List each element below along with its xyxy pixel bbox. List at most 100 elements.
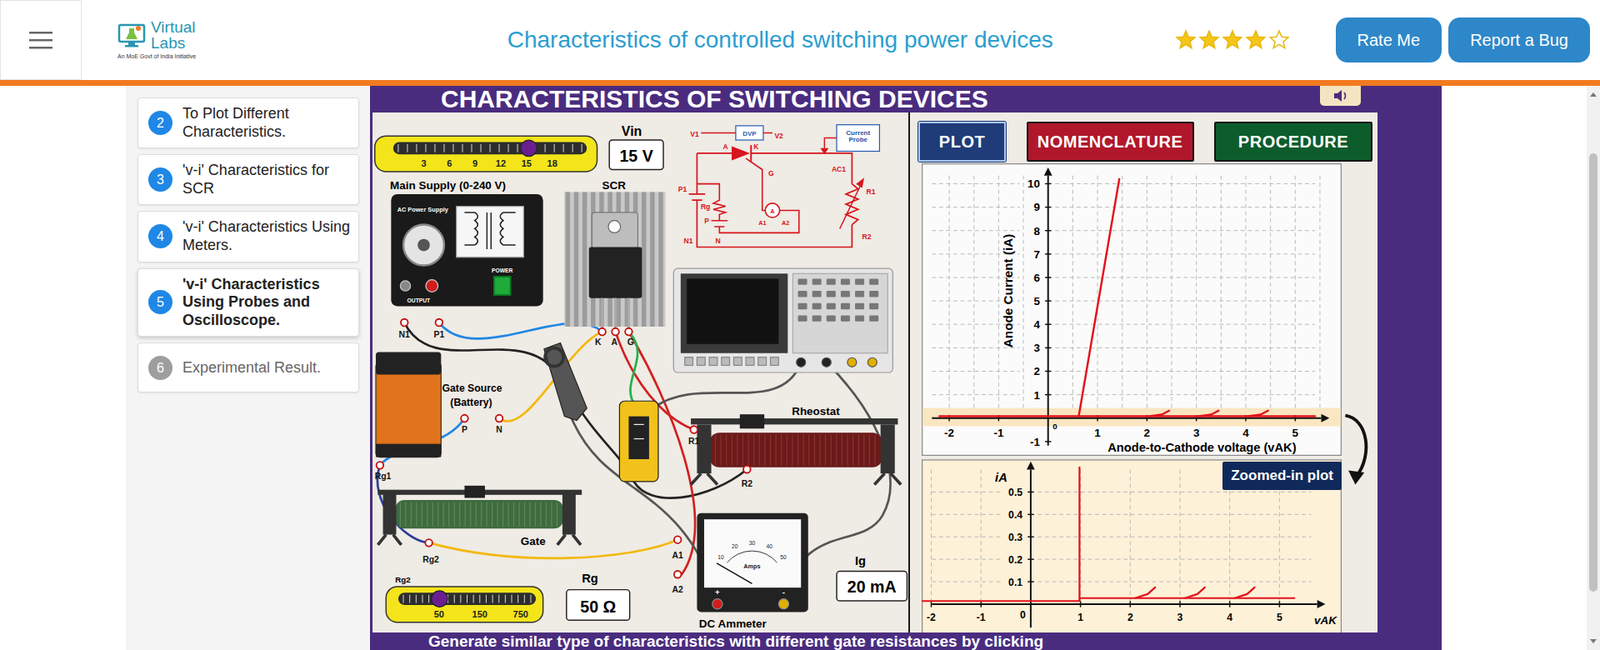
scope-key[interactable]	[869, 315, 879, 321]
scope-jack[interactable]	[821, 357, 831, 367]
scope-key[interactable]	[812, 303, 822, 310]
scope-screen	[686, 278, 779, 344]
step-item[interactable]: 2To Plot Different Characteristics.	[137, 97, 360, 149]
scope-key[interactable]	[869, 278, 879, 285]
ac-power-supply[interactable]: AC Power SupplyOUTPUTPOWER	[390, 194, 543, 307]
terminal[interactable]	[690, 425, 698, 434]
rate-me-button[interactable]: Rate Me	[1335, 17, 1443, 63]
terminal[interactable]	[743, 465, 751, 474]
scope-key[interactable]	[798, 315, 808, 321]
rating[interactable]	[1175, 29, 1290, 51]
tab-fill: NOMENCLATURE	[1028, 123, 1193, 160]
logo[interactable]: Virtual Labs An MoE Govt of India Initia…	[117, 19, 206, 60]
scroll-thumb[interactable]	[1589, 153, 1598, 592]
terminal[interactable]	[625, 328, 633, 336]
scrollbar[interactable]	[1586, 85, 1600, 650]
terminal[interactable]	[400, 319, 409, 327]
slider-track[interactable]	[393, 140, 587, 157]
scope-key[interactable]	[798, 290, 808, 297]
report-bug-button[interactable]: Report a Bug	[1448, 17, 1590, 63]
star-icon[interactable]	[1245, 29, 1267, 51]
scope-key[interactable]	[869, 303, 879, 310]
scope-key[interactable]	[812, 290, 822, 297]
scope-jack[interactable]	[796, 357, 806, 367]
tab-button[interactable]: PROCEDURE	[1214, 121, 1373, 162]
scope-button[interactable]	[721, 357, 730, 366]
terminal[interactable]	[435, 319, 444, 327]
scope-key[interactable]	[869, 290, 879, 297]
gate-rheostat[interactable]	[377, 485, 582, 545]
scope-key[interactable]	[840, 315, 850, 321]
menu-button[interactable]	[0, 0, 82, 80]
terminal[interactable]	[460, 415, 469, 423]
scope-key[interactable]	[855, 315, 865, 321]
differential-probe[interactable]	[619, 400, 658, 482]
terminal[interactable]	[611, 328, 620, 336]
scope-button[interactable]	[709, 357, 718, 366]
slider-knob[interactable]	[520, 140, 538, 157]
step-item[interactable]: 4'v-i' Characteristics Using Meters.	[137, 210, 360, 262]
scope-key[interactable]	[855, 278, 865, 285]
terminal[interactable]	[376, 461, 385, 470]
step-item[interactable]: 3'v-i' Characteristics for SCR	[137, 154, 360, 205]
power-switch[interactable]	[494, 276, 511, 295]
scope-button[interactable]	[745, 357, 755, 366]
scope-button[interactable]	[733, 357, 742, 366]
step-item[interactable]: 5'v-i' Characteristics Using Probes and …	[137, 268, 360, 338]
slider-tick-label: 15	[521, 158, 532, 169]
terminal[interactable]	[598, 328, 606, 336]
scope-key[interactable]	[855, 303, 865, 310]
current-clamp[interactable]	[544, 343, 587, 421]
scope-key[interactable]	[840, 303, 850, 310]
scope-key[interactable]	[840, 290, 850, 297]
scope-key[interactable]	[826, 315, 836, 321]
rheostat-slider[interactable]	[740, 414, 765, 429]
slider-track[interactable]	[398, 590, 536, 608]
scope-jack[interactable]	[867, 357, 877, 367]
slider-knob[interactable]	[431, 590, 449, 608]
y-axis	[1047, 175, 1050, 446]
scope-button[interactable]	[758, 357, 767, 366]
rg-slider[interactable]: 50150750	[385, 586, 543, 623]
scope-key[interactable]	[826, 278, 836, 285]
scroll-up-icon[interactable]	[1590, 92, 1597, 97]
scope-key[interactable]	[840, 278, 850, 285]
output-terminal[interactable]	[400, 280, 410, 291]
track-tick	[479, 595, 480, 604]
star-icon[interactable]	[1198, 29, 1220, 51]
scope-key[interactable]	[826, 290, 836, 297]
star-icon[interactable]	[1268, 29, 1290, 51]
scope-key[interactable]	[826, 303, 836, 310]
oscilloscope[interactable]	[673, 268, 893, 373]
rheostat-slider[interactable]	[464, 485, 485, 499]
ammeter-terminal[interactable]	[712, 599, 723, 610]
ammeter-terminal[interactable]	[778, 599, 789, 610]
scope-button[interactable]	[770, 357, 780, 366]
track-tick	[473, 595, 475, 604]
scope-key[interactable]	[798, 303, 808, 310]
tab-button[interactable]: PLOT	[918, 121, 1006, 162]
scope-key[interactable]	[812, 278, 822, 285]
scope-button[interactable]	[685, 357, 694, 366]
scope-key[interactable]	[798, 278, 808, 285]
scroll-down-icon[interactable]	[1590, 639, 1597, 644]
coil-turn	[780, 435, 782, 466]
scope-jack[interactable]	[847, 357, 857, 367]
terminal[interactable]	[425, 539, 433, 547]
star-icon[interactable]	[1221, 29, 1244, 51]
terminal[interactable]	[674, 570, 682, 579]
terminal[interactable]	[495, 415, 504, 423]
scope-key[interactable]	[855, 290, 865, 297]
output-terminal[interactable]	[425, 280, 439, 293]
supply-knob[interactable]	[403, 225, 445, 266]
vin-slider[interactable]: 369121518	[375, 135, 598, 172]
star-icon[interactable]	[1175, 29, 1197, 51]
tab-button[interactable]: NOMENCLATURE	[1026, 121, 1195, 162]
scope-button[interactable]	[696, 357, 705, 366]
scope-key[interactable]	[812, 315, 822, 321]
sound-button[interactable]	[1320, 85, 1361, 106]
zoom-badge: Zoomed-in plot	[1222, 461, 1342, 490]
rheostat[interactable]	[690, 414, 901, 485]
circuit-canvas[interactable]: 369121518Vin15 VMain Supply (0-240 V)AC …	[372, 112, 909, 633]
terminal[interactable]	[674, 535, 682, 544]
